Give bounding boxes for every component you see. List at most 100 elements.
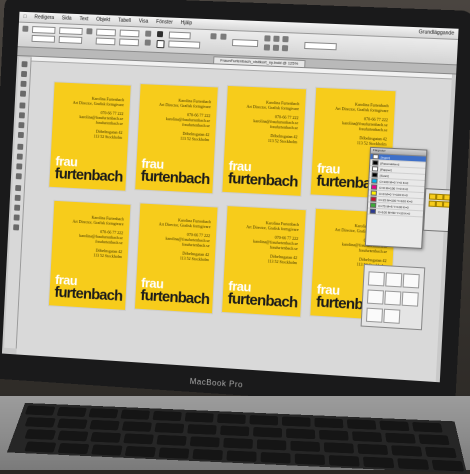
keyboard-key[interactable] [24, 405, 56, 416]
menu-item-hjalp[interactable]: Hjälp [177, 20, 197, 27]
page-thumbnail[interactable] [365, 307, 384, 323]
keyboard-key[interactable] [192, 448, 223, 461]
align-right-icon[interactable] [282, 36, 289, 43]
keyboard-key[interactable] [290, 440, 321, 452]
keyboard-key[interactable] [379, 420, 410, 432]
menu-item-redigera[interactable]: Redigera [30, 14, 58, 21]
keyboard-key[interactable] [88, 408, 119, 419]
keyboard-key[interactable] [226, 450, 257, 462]
stroke-weight-field[interactable] [168, 31, 191, 40]
constrain-proportions-icon[interactable] [86, 28, 93, 35]
keyboard-key[interactable] [249, 415, 279, 426]
scale-y-field[interactable] [95, 37, 116, 46]
stroke-swatch-icon[interactable] [156, 39, 165, 49]
pencil-tool-icon[interactable] [17, 131, 24, 139]
keyboard-key[interactable] [123, 433, 154, 445]
x-position-field[interactable] [31, 26, 56, 34]
flip-vertical-icon[interactable] [144, 39, 151, 46]
pen-tool-icon[interactable] [18, 122, 25, 129]
workspace-switcher[interactable]: Grundläggande [414, 29, 458, 37]
keyboard-key[interactable] [323, 442, 355, 454]
shear-field[interactable] [119, 38, 140, 47]
menu-item-text[interactable]: Text [75, 16, 92, 23]
keyboard-key[interactable] [56, 406, 87, 418]
keyboard-key[interactable] [253, 426, 283, 438]
apple-menu-icon[interactable]:  [19, 14, 31, 20]
keyboard-key[interactable] [90, 431, 122, 443]
y-position-field[interactable] [31, 34, 56, 43]
keyboard-key[interactable] [124, 445, 156, 458]
free-transform-tool-icon[interactable] [15, 173, 22, 180]
rectangle-frame-tool-icon[interactable] [17, 143, 24, 150]
menu-item-sida[interactable]: Sida [58, 15, 76, 22]
keyboard-key[interactable] [346, 419, 377, 430]
page-thumbnail[interactable] [383, 308, 401, 324]
type-tool-icon[interactable] [19, 102, 26, 109]
keyboard-key[interactable] [256, 439, 287, 451]
page-tool-icon[interactable] [20, 80, 27, 87]
keyboard-key[interactable] [418, 434, 450, 446]
height-field[interactable] [58, 36, 83, 44]
effects-icon[interactable] [210, 33, 217, 40]
rectangle-tool-icon[interactable] [16, 153, 23, 160]
keyboard-key[interactable] [318, 429, 349, 441]
keyboard-key[interactable] [391, 445, 423, 457]
keyboard-key[interactable] [223, 437, 253, 449]
align-left-icon[interactable] [264, 35, 271, 42]
fill-swatch-icon[interactable] [156, 31, 164, 38]
page-thumbnail[interactable] [384, 290, 402, 306]
width-field[interactable] [59, 27, 83, 35]
scale-x-field[interactable] [96, 28, 116, 37]
opacity-field[interactable] [231, 39, 259, 48]
line-tool-icon[interactable] [18, 112, 25, 119]
menu-item-fonster[interactable]: Fönster [152, 19, 177, 26]
page-thumbnail[interactable] [367, 271, 385, 287]
keyboard-key[interactable] [156, 434, 187, 446]
business-card[interactable]: Karolina FurtenbachArt Director, Grafisk… [134, 203, 218, 314]
reference-point-icon[interactable] [22, 25, 29, 32]
keyboard-key[interactable] [220, 425, 250, 437]
align-center-icon[interactable] [273, 35, 280, 42]
frame-fitting-field[interactable] [304, 41, 337, 51]
direct-selection-tool-icon[interactable] [20, 70, 28, 78]
keyboard-key[interactable] [24, 429, 57, 440]
page-thumbnail[interactable] [366, 289, 384, 305]
keyboard-key[interactable] [187, 424, 217, 435]
menu-item-tabell[interactable]: Tabell [114, 17, 135, 24]
keyboard-key[interactable] [385, 432, 416, 444]
distribute-bottom-icon[interactable] [281, 45, 289, 52]
keyboard-key[interactable] [154, 422, 185, 434]
eyedropper-tool-icon[interactable] [14, 204, 21, 211]
rotation-field[interactable] [119, 29, 140, 38]
keyboard-key[interactable] [24, 441, 57, 453]
color-cell[interactable] [442, 201, 451, 208]
gradient-tool-icon[interactable] [15, 184, 22, 192]
keyboard-key[interactable] [56, 418, 88, 429]
zoom-tool-icon[interactable] [13, 224, 20, 231]
page-thumbnail[interactable] [401, 291, 419, 307]
menu-item-visa[interactable]: Visa [135, 18, 153, 25]
keyboard-key[interactable] [282, 416, 311, 427]
keyboard-key[interactable] [158, 447, 190, 459]
keyboard-key[interactable] [152, 410, 182, 422]
business-card[interactable]: Karolina FurtenbachArt Director, Grafisk… [135, 84, 218, 194]
keyboard-key[interactable] [121, 421, 152, 432]
keyboard-key[interactable] [189, 436, 220, 448]
keyboard-key[interactable] [260, 452, 291, 464]
business-card[interactable]: Karolina FurtenbachArt Director, Grafisk… [222, 206, 306, 317]
keyboard-key[interactable] [57, 430, 89, 442]
business-card[interactable]: Karolina FurtenbachArt Director, Grafisk… [48, 200, 131, 310]
stroke-type-select[interactable] [168, 40, 201, 49]
keyboard-key[interactable] [120, 409, 151, 420]
keyboard-key[interactable] [362, 456, 395, 469]
color-cell[interactable] [443, 194, 451, 201]
keyboard-key[interactable] [314, 417, 344, 429]
menu-item-objekt[interactable]: Objekt [92, 17, 114, 24]
keyboard-key[interactable] [216, 413, 246, 425]
keyboard-key[interactable] [57, 442, 90, 455]
keyboard-key[interactable] [294, 453, 326, 466]
business-card[interactable]: Karolina FurtenbachArt Director, Grafisk… [49, 82, 131, 191]
distribute-top-icon[interactable] [263, 44, 271, 51]
flip-horizontal-icon[interactable] [145, 30, 152, 37]
keyboard-key[interactable] [328, 455, 360, 467]
